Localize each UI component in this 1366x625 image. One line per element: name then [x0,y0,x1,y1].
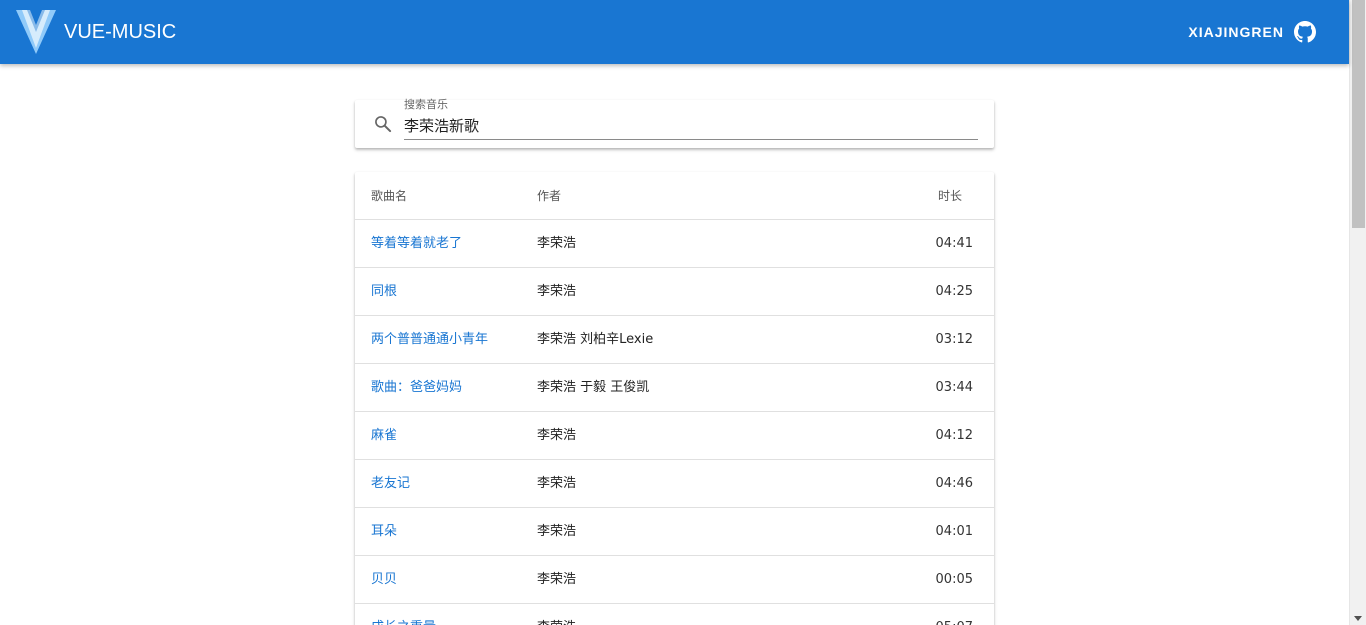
song-name-link[interactable]: 两个普普通通小青年 [371,316,488,364]
github-icon [1294,21,1316,43]
song-duration: 03:44 [935,380,973,395]
song-duration: 05:07 [936,604,973,625]
table-row[interactable]: 歌曲：爸爸妈妈 李荣浩 于毅 王俊凯 03:44 [355,364,994,412]
scrollbar-thumb[interactable] [1352,0,1365,228]
song-name-link[interactable]: 同根 [371,268,397,316]
page: VUE-MUSIC XIAJINGREN 搜索音乐 歌曲名 作者 时长 等着等着… [0,0,1366,625]
song-artist: 李荣浩 [537,604,576,625]
table-row[interactable]: 等着等着就老了 李荣浩 04:41 [355,220,994,268]
header-song-name[interactable]: 歌曲名 [371,172,407,220]
song-artist: 李荣浩 刘柏辛Lexie [537,332,654,347]
user-name: XIAJINGREN [1188,24,1284,40]
search-card: 搜索音乐 [355,98,994,148]
song-name-link[interactable]: 歌曲：爸爸妈妈 [371,364,462,412]
song-name-link[interactable]: 耳朵 [371,508,397,556]
search-input[interactable] [404,112,978,140]
song-duration: 04:01 [935,524,973,539]
song-name-link[interactable]: 成长之重量 [371,604,436,625]
table-row[interactable]: 成长之重量 李荣浩 05:07 [355,604,994,625]
song-artist: 李荣浩 [537,476,577,491]
header-duration[interactable]: 时长 [938,172,962,220]
song-artist: 李荣浩 [537,428,577,443]
song-duration: 04:46 [935,476,973,491]
table-row[interactable]: 老友记 李荣浩 04:46 [355,460,994,508]
song-name-link[interactable]: 贝贝 [371,556,397,604]
table-row[interactable]: 同根 李荣浩 04:25 [355,268,994,316]
song-artist: 李荣浩 [537,524,577,539]
table-row[interactable]: 贝贝 李荣浩 00:05 [355,556,994,604]
song-name-link[interactable]: 等着等着就老了 [371,220,462,268]
song-duration: 04:12 [935,428,973,443]
table-row[interactable]: 两个普普通通小青年 李荣浩 刘柏辛Lexie 03:12 [355,316,994,364]
song-artist: 李荣浩 于毅 王俊凯 [537,380,650,395]
song-duration: 03:12 [935,332,973,347]
app-bar: VUE-MUSIC XIAJINGREN [0,0,1349,64]
song-name-link[interactable]: 麻雀 [371,412,397,460]
github-user-button[interactable]: XIAJINGREN [1188,18,1316,46]
song-name-link[interactable]: 老友记 [371,460,410,508]
header-artist[interactable]: 作者 [537,172,561,220]
song-artist: 李荣浩 [537,284,577,299]
song-duration: 04:41 [935,236,973,251]
search-icon [375,116,392,133]
vertical-scrollbar[interactable] [1349,0,1366,625]
vue-logo-icon[interactable] [16,8,56,56]
search-label: 搜索音乐 [404,98,448,111]
song-artist: 李荣浩 [537,236,577,251]
table-header: 歌曲名 作者 时长 [355,172,994,220]
table-row[interactable]: 麻雀 李荣浩 04:12 [355,412,994,460]
song-duration: 00:05 [935,572,973,587]
song-duration: 04:25 [935,284,973,299]
song-table: 歌曲名 作者 时长 等着等着就老了 李荣浩 04:41 同根 李荣浩 04:25… [355,172,994,625]
app-title[interactable]: VUE-MUSIC [64,21,176,43]
scroll-down-arrow-icon[interactable] [1354,616,1362,621]
song-artist: 李荣浩 [537,572,577,587]
table-row[interactable]: 耳朵 李荣浩 04:01 [355,508,994,556]
